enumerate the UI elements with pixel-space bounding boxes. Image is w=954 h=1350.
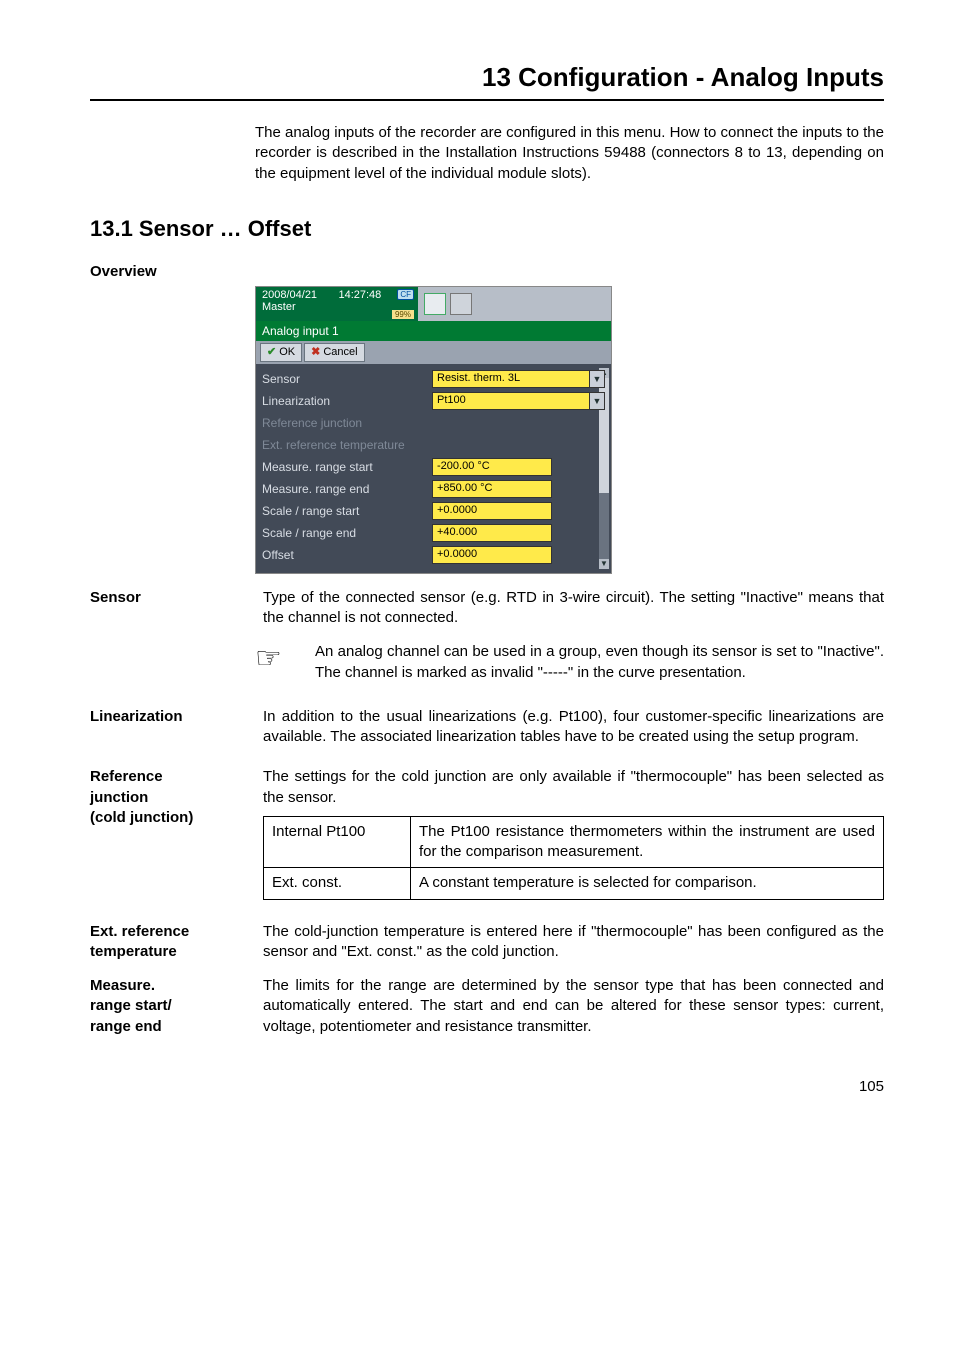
sensor-note-text: An analog channel can be used in a group… — [315, 642, 884, 683]
offset-field[interactable]: +0.0000 — [432, 546, 552, 564]
sensor-section-label: Sensor — [90, 588, 263, 608]
measure-range-start-label: Measure. range start — [262, 459, 432, 475]
scale-range-end-field[interactable]: +40.000 — [432, 524, 552, 542]
ext-ref-temp-row-label: Ext. reference temperature — [262, 437, 432, 453]
ok-button[interactable]: ✔ OK — [260, 343, 302, 362]
reference-junction-section-label: Reference junction (cold junction) — [90, 767, 263, 828]
pct-badge: 99% — [392, 310, 414, 319]
page-title: 13 Configuration - Analog Inputs — [90, 60, 884, 95]
scroll-down-icon[interactable]: ▼ — [599, 559, 609, 569]
sensor-dropdown[interactable]: Resist. therm. 3L ▼ — [432, 370, 605, 388]
sensor-row-label: Sensor — [262, 371, 432, 387]
measure-range-end-field[interactable]: +850.00 °C — [432, 480, 552, 498]
measure-range-text: The limits for the range are determined … — [263, 976, 884, 1037]
chevron-down-icon: ▼ — [589, 371, 604, 387]
table-row: Internal Pt100 The Pt100 resistance ther… — [264, 816, 884, 868]
screenshot-time: 14:27:48 — [338, 289, 381, 301]
title-rule — [90, 99, 884, 101]
check-icon: ✔ — [267, 345, 276, 360]
x-icon: ✖ — [311, 345, 320, 360]
sensor-dropdown-value: Resist. therm. 3L — [437, 371, 520, 386]
screenshot-date: 2008/04/21 — [262, 289, 317, 301]
linearization-row-label: Linearization — [262, 393, 432, 409]
reference-junction-text: The settings for the cold junction are o… — [263, 767, 884, 808]
ok-label: OK — [279, 345, 295, 360]
table-cell: Internal Pt100 — [264, 816, 411, 868]
pointing-hand-icon: ☞ — [255, 642, 315, 674]
chevron-down-icon: ▼ — [589, 393, 604, 409]
section-heading: 13.1 Sensor … Offset — [90, 214, 884, 244]
cancel-label: Cancel — [323, 345, 357, 360]
overview-label: Overview — [90, 262, 263, 282]
reference-junction-row-label: Reference junction — [262, 415, 432, 431]
table-cell: A constant temperature is selected for c… — [411, 868, 884, 899]
screenshot-header: Analog input 1 — [256, 321, 611, 341]
linearization-section-label: Linearization — [90, 707, 263, 727]
scale-range-start-label: Scale / range start — [262, 503, 432, 519]
scale-range-end-label: Scale / range end — [262, 525, 432, 541]
linearization-dropdown[interactable]: Pt100 ▼ — [432, 392, 605, 410]
ext-reference-section-label: Ext. reference temperature — [90, 922, 263, 963]
screenshot-master: Master — [262, 301, 296, 313]
reference-junction-table: Internal Pt100 The Pt100 resistance ther… — [263, 816, 884, 900]
table-row: Ext. const. A constant temperature is se… — [264, 868, 884, 899]
linearization-dropdown-value: Pt100 — [437, 393, 466, 408]
table-cell: Ext. const. — [264, 868, 411, 899]
screenshot-titlebar: 2008/04/21 14:27:48 Master CF 99% — [256, 287, 611, 321]
scale-range-start-field[interactable]: +0.0000 — [432, 502, 552, 520]
sensor-section-text: Type of the connected sensor (e.g. RTD i… — [263, 588, 884, 629]
linearization-section-text: In addition to the usual linearizations … — [263, 707, 884, 748]
measure-range-section-label: Measure. range start/ range end — [90, 976, 263, 1037]
toolbar-icon-1[interactable] — [424, 293, 446, 315]
toolbar-icon-2[interactable] — [450, 293, 472, 315]
offset-label: Offset — [262, 547, 432, 563]
intro-text: The analog inputs of the recorder are co… — [255, 123, 884, 184]
table-cell: The Pt100 resistance thermometers within… — [411, 816, 884, 868]
config-screenshot: 2008/04/21 14:27:48 Master CF 99% Analog… — [255, 286, 612, 574]
page-number: 105 — [90, 1077, 884, 1097]
measure-range-start-field[interactable]: -200.00 °C — [432, 458, 552, 476]
cf-badge: CF — [397, 289, 414, 300]
cancel-button[interactable]: ✖ Cancel — [304, 343, 364, 362]
ext-reference-text: The cold-junction temperature is entered… — [263, 922, 884, 963]
measure-range-end-label: Measure. range end — [262, 481, 432, 497]
